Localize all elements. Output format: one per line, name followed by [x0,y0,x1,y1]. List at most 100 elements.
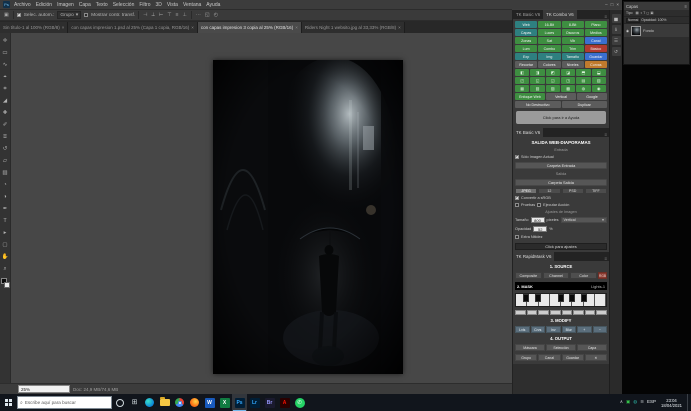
combo-button-curvas[interactable]: Curvas [585,61,607,68]
3d-orbit-icon[interactable]: ◴ [213,12,219,18]
source-button-color[interactable]: Color [570,272,597,279]
zone-button[interactable] [515,310,526,315]
proofs-checkbox[interactable] [515,203,519,207]
combo-button-medios[interactable]: Medios [585,29,607,36]
show-desktop-button[interactable] [687,394,690,411]
filter-smart-icon[interactable]: ▣ [650,11,653,15]
tool-gradient-tool[interactable]: ▨ [0,167,11,179]
tool-brush-tool[interactable]: ✐ [0,119,11,131]
tab-close-icon[interactable]: × [62,25,65,30]
black-key[interactable] [581,294,587,302]
combo-button-básico[interactable]: Básico [585,45,607,52]
taskbar-firefox-icon[interactable] [187,394,202,411]
help-button[interactable]: Click para ir a Ayuda [516,111,606,124]
white-key[interactable] [595,294,606,306]
combo-button-no-destructivo[interactable]: No Destructivo [515,101,561,108]
taskbar-bridge-icon[interactable]: Br [262,394,277,411]
mask-icon[interactable]: ◩ [546,69,560,76]
black-key[interactable] [523,294,529,302]
menu-item-archivo[interactable]: Archivo [14,2,31,8]
format-tiff[interactable]: TIFF [585,188,607,194]
combo-button-tamaño[interactable]: Tamaño [562,53,584,60]
combo-button-duplicar[interactable]: Duplicar [562,101,608,108]
orientation-dropdown[interactable]: Vertical▾ [561,217,607,223]
panel-menu-icon[interactable]: ≡ [685,4,687,9]
tab-tk-basic[interactable]: TK Basic V6 [513,128,543,137]
zoom-level-field[interactable]: 25% [18,385,70,393]
tool-healing-brush-tool[interactable]: ✚ [0,107,11,119]
tool-quick-select-tool[interactable]: ⌖ [0,71,11,83]
tool-shape-tool[interactable]: ▢ [0,239,11,251]
tool-move-tool[interactable]: ✛ [0,35,11,47]
tray-icon[interactable]: ▣ [626,400,630,405]
mask-icon[interactable]: ▦ [515,85,529,92]
layer-visibility-icon[interactable]: ◉ [626,29,629,33]
mask-icon[interactable]: ◳ [561,77,575,84]
document-tab[interactable]: Riders Night 1 websito.jpg al 33,33% (RG… [302,22,405,33]
format-psd[interactable]: PSD [562,188,584,194]
properties-panel-icon[interactable]: ☰ [612,36,621,45]
modify-button-crvs[interactable]: Crvs [531,326,546,333]
background-color-swatch[interactable] [4,282,10,288]
output-button-guardar[interactable]: Guardar [562,354,584,361]
layer-row[interactable]: ◉ Fondo [624,24,689,37]
taskbar-lightroom-icon[interactable]: Lr [247,394,262,411]
mask-icon[interactable]: ◰ [515,77,529,84]
auto-select-checkbox[interactable]: ✓ [17,13,21,17]
menu-item-imagen[interactable]: Imagen [57,2,74,8]
window-control-icon[interactable]: □ [611,2,614,7]
blend-mode-dropdown[interactable]: Normal [626,18,640,23]
combo-button-oscuros[interactable]: Oscuros [562,29,584,36]
history-panel-icon[interactable]: ↺ [612,47,621,56]
tool-marquee-tool[interactable]: ▭ [0,47,11,59]
combo-button-exp[interactable]: Exp [515,53,537,60]
tool-path-select-tool[interactable]: ▸ [0,227,11,239]
combo-button-google[interactable]: Google [577,93,607,100]
source-rgb-button[interactable]: RGB [598,272,607,279]
modify-button-−[interactable]: − [593,326,608,333]
zone-button[interactable] [527,310,538,315]
tool-hand-tool[interactable]: ✋ [0,251,11,263]
extra-sharp-checkbox[interactable] [515,235,519,239]
menu-item-vista[interactable]: Vista [167,2,178,8]
document-tab[interactable]: con capas impresion 3 copia al 25% (RGB/… [198,22,302,33]
tool-eyedropper-tool[interactable]: ◢ [0,95,11,107]
modify-button-blur[interactable]: Blur [562,326,577,333]
zone-button[interactable] [585,310,596,315]
combo-button-luces[interactable]: Luces [538,29,560,36]
menu-item-selección[interactable]: Selección [113,2,135,8]
mask-icon[interactable]: ⬒ [576,69,590,76]
taskbar-photoshop-icon[interactable]: Ps [232,394,247,411]
combo-button-vib[interactable]: Vib [562,37,584,44]
convert-srgb-checkbox[interactable]: ✓ [515,196,519,200]
document-tab[interactable]: con capas impresion 1.psd al 25% (Capa 1… [68,22,197,33]
output-folder-button[interactable]: Carpeta Salida [515,179,607,186]
start-button[interactable] [0,394,17,411]
mask-icon[interactable]: ▩ [561,85,575,92]
taskbar-task-view-icon[interactable]: ⊞ [127,394,142,411]
tool-preset-icon[interactable]: ▣ [3,12,10,18]
color-swatches[interactable] [1,278,10,288]
align-middle-icon[interactable]: ≡ [175,12,180,18]
search-input[interactable] [25,400,107,405]
size-input[interactable] [531,217,545,223]
window-control-icon[interactable]: – [605,2,608,7]
tool-dodge-tool[interactable]: ◑ [0,191,11,203]
layer-name[interactable]: Fondo [643,29,654,33]
tray-icon[interactable]: ∧ [620,400,623,405]
source-button-composite[interactable]: Composite [515,272,542,279]
tab-close-icon[interactable]: × [295,25,298,30]
combo-button-recortar[interactable]: Recortar [515,61,537,68]
modify-button-+[interactable]: + [577,326,592,333]
filter-pixel-icon[interactable]: ▦ [635,11,638,15]
combo-button-zonas[interactable]: Zonas [515,37,537,44]
tool-zoom-tool[interactable]: ⌕ [0,263,11,275]
menu-item-texto[interactable]: Texto [96,2,108,8]
zone-button[interactable] [538,310,549,315]
zone-button[interactable] [596,310,607,315]
menu-item-edición[interactable]: Edición [36,2,52,8]
tool-type-tool[interactable]: T [0,215,11,227]
tab-close-icon[interactable]: × [191,25,194,30]
3d-mode-icon[interactable]: ◱ [204,12,211,18]
layer-thumbnail[interactable] [631,26,641,36]
